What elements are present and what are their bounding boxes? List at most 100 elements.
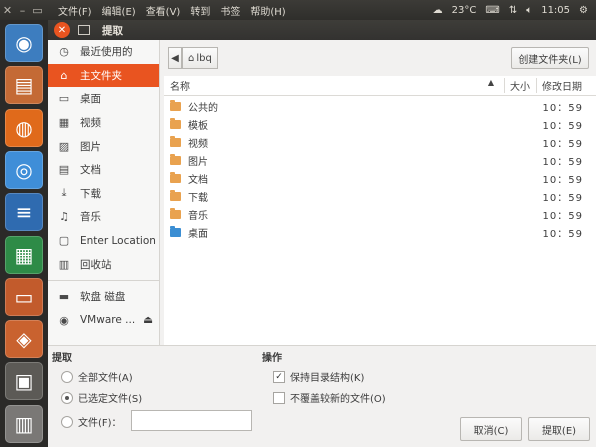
clock[interactable]: 11:05 <box>541 5 570 16</box>
sidebar-device-item[interactable]: ◉ VMware ... ⏏ <box>48 309 159 333</box>
sidebar-item-label: 桌面 <box>80 93 101 106</box>
files-pattern-input[interactable] <box>131 410 252 431</box>
software-center-icon[interactable]: ◈ <box>5 320 43 359</box>
file-modified: 10：59 <box>542 139 583 151</box>
dialog-close-button[interactable]: ✕ <box>54 22 70 38</box>
path-segment-label: lbq <box>196 52 212 64</box>
file-name: 下载 <box>188 192 208 204</box>
extract-options: 提取 全部文件(A) 已选定文件(S) 文件(F)： 操作 ✓ 保持目录结构(K… <box>48 345 596 447</box>
sidebar-item[interactable]: ◷ 最近使用的 <box>48 40 159 64</box>
libreoffice-calc-icon[interactable]: ▦ <box>5 235 43 274</box>
temperature[interactable]: 23°C <box>452 5 477 16</box>
file-name: 音乐 <box>188 210 208 222</box>
column-modified-header[interactable]: 修改日期 <box>536 78 596 93</box>
sidebar-item[interactable]: ▤ 文档 <box>48 158 159 182</box>
floppy-icon: ▬ <box>58 290 70 304</box>
minimize-window-icon[interactable]: – <box>15 4 30 17</box>
eject-icon[interactable]: ⏏ <box>143 314 153 326</box>
file-manager-icon[interactable]: ▤ <box>5 66 43 105</box>
places-sidebar: ◷ 最近使用的 ⌂ 主文件夹 ▭ 桌面 ▦ 视频 ▨ 图片 ▤ 文档 ⤓ 下载 ♫ 音乐 ▢ Enter Loca… <box>48 40 160 345</box>
menu-item[interactable]: 转到 <box>185 3 215 18</box>
file-row[interactable]: 桌面 10：59 <box>164 223 596 241</box>
file-name-cell: 音乐 <box>164 207 481 222</box>
column-size-header[interactable]: 大小 <box>504 78 536 93</box>
no-overwrite-checkbox[interactable]: 不覆盖较新的文件(O) <box>273 390 386 405</box>
keyboard-icon[interactable]: ⌨ <box>485 5 499 16</box>
keep-structure-checkbox[interactable]: ✓ 保持目录结构(K) <box>273 369 364 384</box>
path-back-button[interactable]: ◀ <box>168 47 182 69</box>
libreoffice-impress-icon[interactable]: ▭ <box>5 277 43 316</box>
close-window-icon[interactable]: ✕ <box>0 4 15 17</box>
sidebar-item[interactable]: ▨ 图片 <box>48 134 159 158</box>
path-segment-home[interactable]: ⌂ lbq <box>182 47 218 69</box>
network-icon[interactable]: ⇅ <box>509 5 517 16</box>
desktop-icon: ▭ <box>58 92 70 106</box>
sidebar-item[interactable]: ♫ 音乐 <box>48 205 159 229</box>
all-files-radio[interactable]: 全部文件(A) <box>61 369 133 384</box>
file-modified: 10：59 <box>542 192 583 204</box>
menu-bar: 文件(F) 编辑(E) 查看(V) 转到 书签 帮助(H) <box>53 3 291 18</box>
file-modified: 10：59 <box>542 175 583 186</box>
settings-gear-icon[interactable]: ⚙ <box>579 5 588 16</box>
folder-icon <box>170 136 181 148</box>
libreoffice-writer-icon[interactable]: ≡ <box>5 193 43 232</box>
sidebar-item[interactable]: ▢ Enter Location <box>48 229 159 253</box>
disc-icon: ◉ <box>59 313 69 327</box>
file-name: 视频 <box>188 139 208 151</box>
radio-indicator <box>61 415 73 428</box>
file-row[interactable]: 下载 10：59 <box>164 187 596 205</box>
column-name-header[interactable]: 名称 ▲ <box>164 78 504 93</box>
sort-ascending-icon: ▲ <box>487 78 494 87</box>
workspace-switcher-icon[interactable]: ▣ <box>5 362 43 401</box>
file-name-cell: 模板 <box>164 117 481 132</box>
create-folder-button[interactable]: 创建文件夹(L) <box>511 47 589 69</box>
menu-item[interactable]: 编辑(E) <box>97 3 141 18</box>
cancel-button[interactable]: 取消(C) <box>460 417 522 441</box>
picture-icon: ▨ <box>58 139 70 153</box>
file-row[interactable]: 公共的 10：59 <box>164 98 596 116</box>
radio-indicator <box>61 370 73 383</box>
sidebar-device-item[interactable]: ▬ 软盘 磁盘 <box>48 285 159 309</box>
extract-dialog: ✕ 提取 ◷ 最近使用的 ⌂ 主文件夹 ▭ 桌面 ▦ 视频 ▨ 图片 ▤ 文档 ⤓ 下载 ♫ 音乐 ▢ Enter… <box>48 20 596 447</box>
home-icon: ⌂ <box>60 68 68 82</box>
sidebar-item[interactable]: ▭ 桌面 <box>48 87 159 111</box>
sidebar-separator <box>48 279 159 281</box>
file-modified: 10：59 <box>542 103 583 115</box>
restore-window-icon[interactable]: ▭ <box>30 4 45 17</box>
file-row[interactable]: 图片 10：59 <box>164 152 596 170</box>
file-modified: 10：59 <box>542 228 583 240</box>
sidebar-item-label: 文档 <box>80 164 101 177</box>
file-row[interactable]: 音乐 10：59 <box>164 205 596 223</box>
music-icon: ♫ <box>59 210 69 224</box>
video-icon: ▦ <box>58 116 70 130</box>
firefox-icon[interactable]: ◍ <box>5 108 43 147</box>
menu-item[interactable]: 书签 <box>215 3 245 18</box>
file-row[interactable]: 视频 10：59 <box>164 134 596 152</box>
document-icon: ▤ <box>58 163 70 177</box>
sidebar-item[interactable]: ▥ 回收站 <box>48 252 159 276</box>
dialog-maximize-button[interactable] <box>78 25 90 35</box>
ubuntu-dash-icon[interactable]: ◉ <box>5 24 43 62</box>
menu-item[interactable]: 文件(F) <box>53 3 97 18</box>
menu-item[interactable]: 查看(V) <box>141 3 186 18</box>
file-row[interactable]: 文档 10：59 <box>164 170 596 188</box>
sidebar-item[interactable]: ▦ 视频 <box>48 111 159 135</box>
folder-icon <box>170 154 181 166</box>
sidebar-item-label: 软盘 磁盘 <box>80 291 126 304</box>
sidebar-item[interactable]: ⌂ 主文件夹 <box>48 63 159 88</box>
sidebar-item[interactable]: ⤓ 下载 <box>48 182 159 206</box>
volume-icon[interactable]: 🔈︎ <box>526 5 532 16</box>
selected-files-radio[interactable]: 已选定文件(S) <box>61 390 142 405</box>
trash-icon[interactable]: ▥ <box>5 404 43 443</box>
sidebar-item-label: 音乐 <box>80 211 101 224</box>
folder-icon <box>170 172 181 183</box>
file-row[interactable]: 模板 10：59 <box>164 116 596 134</box>
extract-button[interactable]: 提取(E) <box>528 417 590 441</box>
home-icon: ⌂ <box>188 52 195 64</box>
files-pattern-radio[interactable]: 文件(F)： <box>61 414 122 429</box>
chromium-icon[interactable]: ◎ <box>5 150 43 189</box>
file-name-cell: 文档 <box>164 171 481 186</box>
weather-icon[interactable]: ☁ <box>433 5 443 16</box>
recent-icon: ◷ <box>59 45 69 59</box>
menu-item[interactable]: 帮助(H) <box>245 3 290 18</box>
